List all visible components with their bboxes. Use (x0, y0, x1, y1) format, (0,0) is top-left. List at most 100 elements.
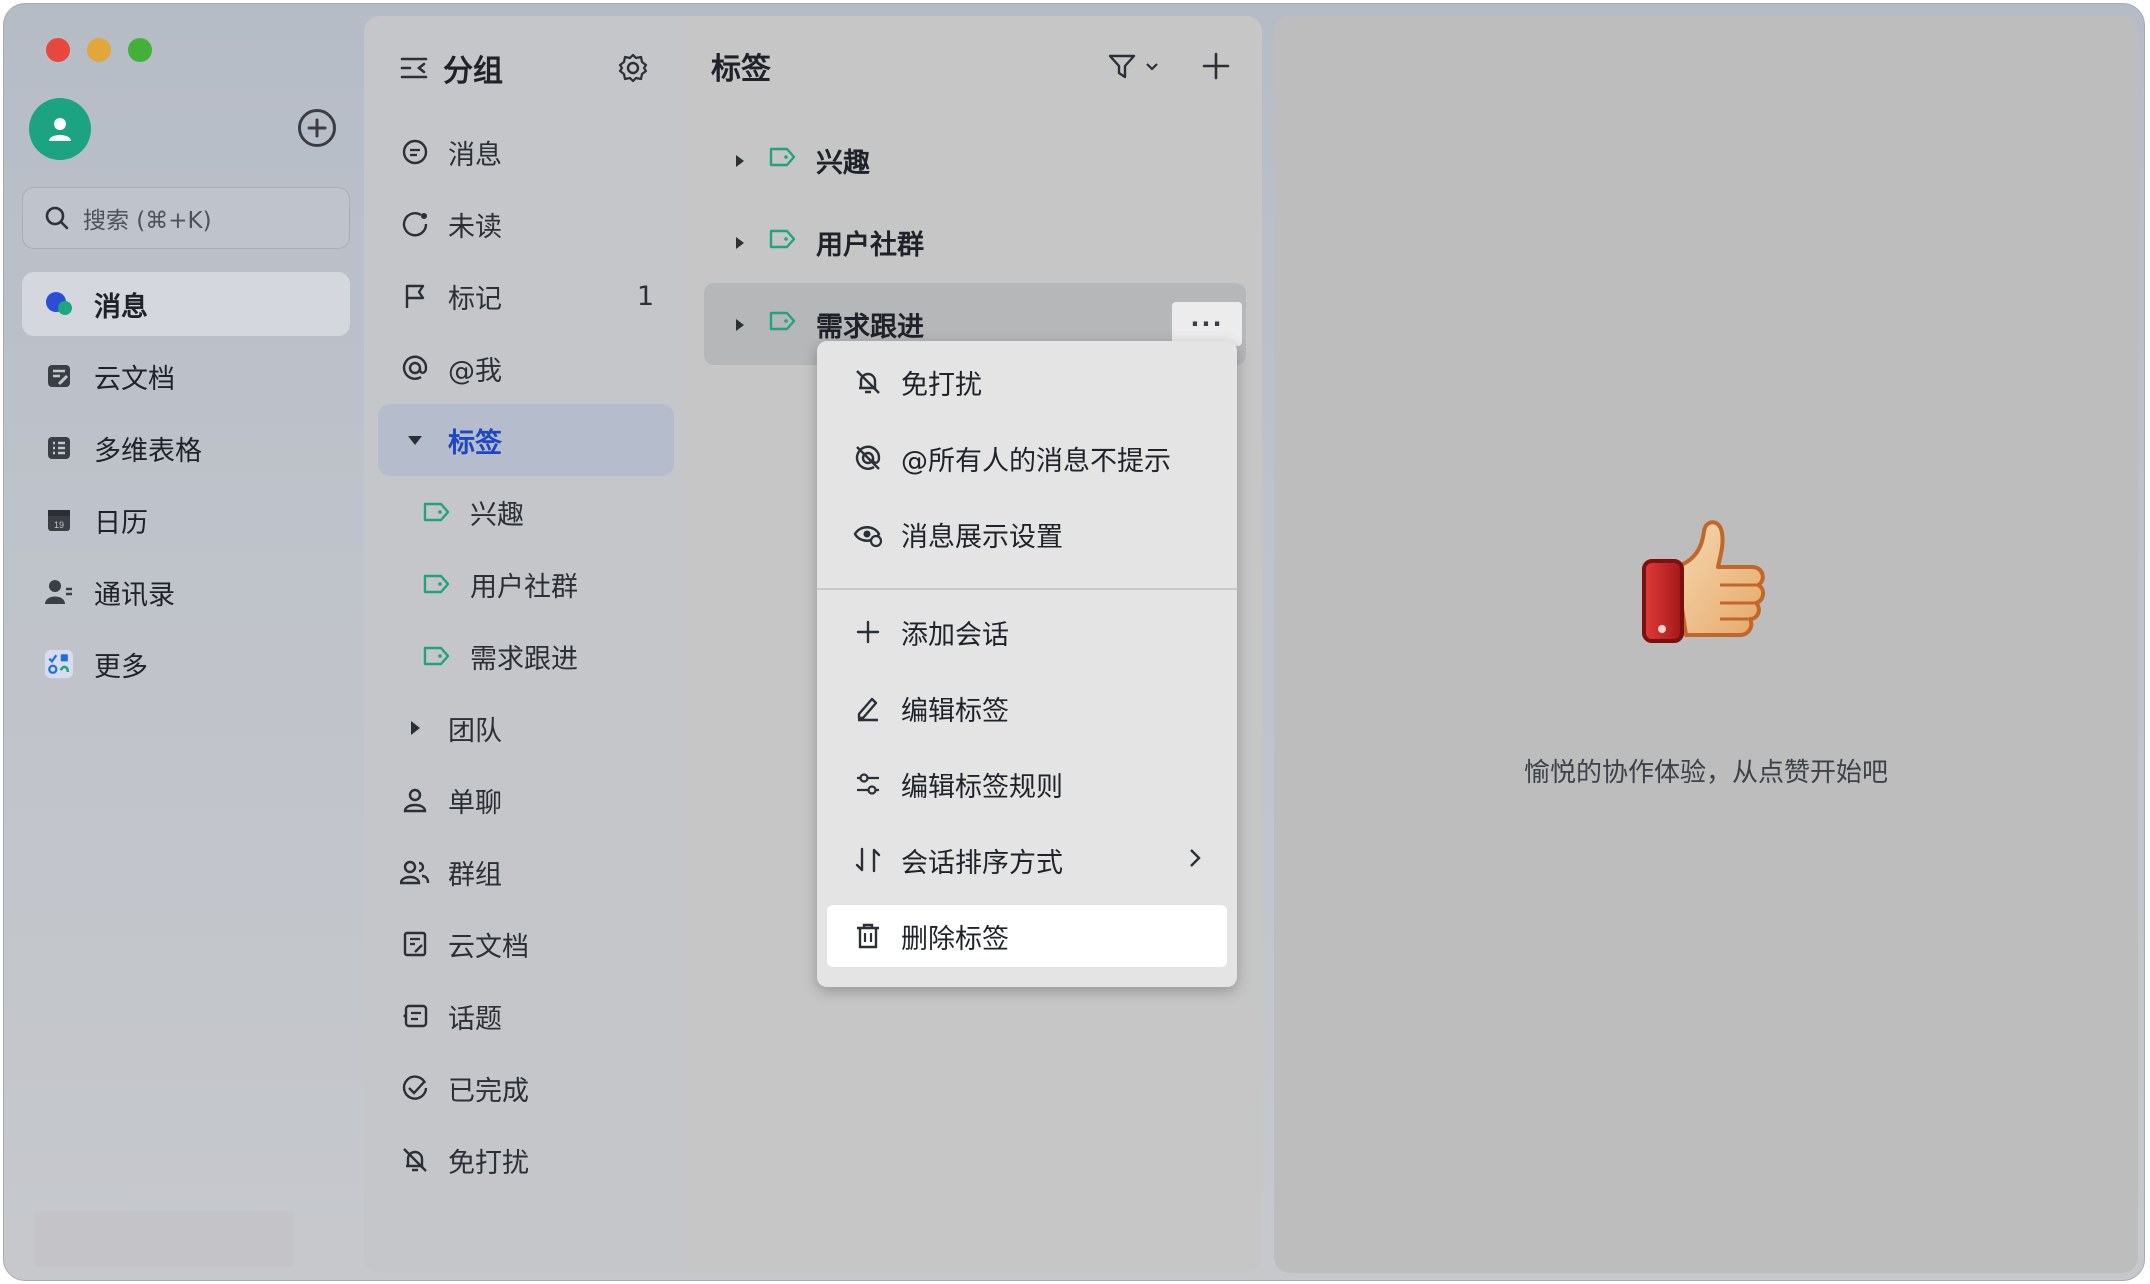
doc-outline-icon (400, 929, 430, 959)
sort-icon (853, 845, 883, 875)
menu-item-at-all-mute[interactable]: @所有人的消息不提示 (827, 427, 1227, 489)
nav-item-bitable[interactable]: 多维表格 (22, 416, 350, 480)
group-item-team[interactable]: 团队 (378, 692, 674, 764)
group-item-muted[interactable]: 免打扰 (378, 1124, 674, 1196)
menu-item-label: 消息展示设置 (901, 521, 1063, 553)
primary-nav: 消息 云文档 多维表格 19 日历 通讯录 更多 (22, 272, 350, 704)
caret-right-icon[interactable] (732, 227, 748, 258)
group-item-tag-interest[interactable]: 兴趣 (378, 476, 674, 548)
search-icon (45, 206, 69, 230)
tag-icon (768, 227, 798, 258)
group-item-groups[interactable]: 群组 (378, 836, 674, 908)
group-item-done[interactable]: 已完成 (378, 1052, 674, 1124)
calendar-icon: 19 (44, 505, 74, 535)
nav-item-messages[interactable]: 消息 (22, 272, 350, 336)
caret-right-icon[interactable] (732, 145, 748, 176)
contacts-icon (44, 577, 74, 607)
search-placeholder: 搜索 (⌘+K) (83, 208, 212, 234)
person-icon (400, 785, 430, 815)
flag-count: 1 (636, 280, 654, 312)
menu-item-label: 编辑标签 (901, 695, 1009, 727)
group-item-label: 群组 (448, 859, 502, 891)
group-item-label: 话题 (448, 1003, 502, 1035)
tag-row-community[interactable]: 用户社群 (704, 201, 1246, 283)
nav-item-docs[interactable]: 云文档 (22, 344, 350, 408)
tags-header: 标签 (711, 44, 1251, 88)
tag-icon (422, 569, 452, 599)
tag-row-interest[interactable]: 兴趣 (704, 119, 1246, 201)
blurred-area (34, 1211, 294, 1267)
window-minimize-button[interactable] (87, 38, 111, 62)
menu-item-label: 免打扰 (901, 369, 982, 401)
group-item-tags[interactable]: 标签 (378, 404, 674, 476)
groups-list: 消息 未读 标记 1 @我 标签 兴趣 用户社群 需求跟进 团队 单聊 群组 云… (378, 116, 674, 1196)
group-item-tag-community[interactable]: 用户社群 (378, 548, 674, 620)
at-icon (400, 353, 430, 383)
menu-item-add-chat[interactable]: 添加会话 (827, 601, 1227, 663)
table-icon (44, 433, 74, 463)
sliders-icon (853, 769, 883, 799)
group-item-direct[interactable]: 单聊 (378, 764, 674, 836)
group-item-unread[interactable]: 未读 (378, 188, 674, 260)
group-item-tag-requirements[interactable]: 需求跟进 (378, 620, 674, 692)
window-close-button[interactable] (46, 38, 70, 62)
caret-down-icon (400, 425, 430, 455)
nav-item-calendar[interactable]: 19 日历 (22, 488, 350, 552)
menu-item-label: 编辑标签规则 (901, 771, 1063, 803)
trash-icon (853, 921, 883, 951)
bell-off-icon (853, 367, 883, 397)
group-item-label: 已完成 (448, 1075, 529, 1107)
group-item-messages[interactable]: 消息 (378, 116, 674, 188)
chat-bubble-icon (400, 137, 430, 167)
tag-label: 用户社群 (816, 229, 924, 261)
add-button[interactable] (298, 109, 336, 147)
group-item-label: 云文档 (448, 931, 529, 963)
group-item-flagged[interactable]: 标记 1 (378, 260, 674, 332)
group-item-label: 免打扰 (448, 1147, 529, 1179)
menu-item-sort-order[interactable]: 会话排序方式 (827, 829, 1227, 891)
group-item-label: 未读 (448, 211, 502, 243)
menu-item-edit-tag-rules[interactable]: 编辑标签规则 (827, 753, 1227, 815)
at-off-icon (853, 443, 883, 473)
nav-item-label: 消息 (94, 291, 148, 323)
nav-item-label: 通讯录 (94, 579, 175, 611)
gear-icon[interactable] (617, 52, 649, 84)
group-item-topics[interactable]: 话题 (378, 980, 674, 1052)
eye-settings-icon (853, 519, 883, 549)
caret-right-icon[interactable] (732, 309, 748, 340)
menu-item-label: @所有人的消息不提示 (901, 445, 1171, 477)
filter-button[interactable] (1107, 51, 1161, 81)
search-input[interactable]: 搜索 (⌘+K) (22, 187, 350, 249)
svg-text:19: 19 (54, 520, 64, 530)
group-item-mentions[interactable]: @我 (378, 332, 674, 404)
group-item-label: 消息 (448, 139, 502, 171)
group-item-label: 单聊 (448, 787, 502, 819)
window-zoom-button[interactable] (128, 38, 152, 62)
group-item-docs[interactable]: 云文档 (378, 908, 674, 980)
menu-divider (817, 588, 1237, 590)
topic-icon (400, 1001, 430, 1031)
nav-item-label: 日历 (94, 507, 148, 539)
tag-icon (422, 497, 452, 527)
nav-item-contacts[interactable]: 通讯录 (22, 560, 350, 624)
plus-icon (853, 617, 883, 647)
nav-item-more[interactable]: 更多 (22, 632, 350, 696)
people-icon (400, 857, 430, 887)
menu-item-edit-tag[interactable]: 编辑标签 (827, 677, 1227, 739)
thumbs-up-icon (1642, 520, 1765, 643)
collapse-icon[interactable] (399, 53, 429, 83)
menu-item-mute[interactable]: 免打扰 (827, 351, 1227, 413)
menu-item-delete-tag[interactable]: 删除标签 (827, 905, 1227, 967)
more-options-button[interactable]: ··· (1172, 302, 1242, 346)
group-item-label: 团队 (448, 715, 502, 747)
tags-title: 标签 (711, 52, 771, 87)
add-tag-button[interactable] (1201, 51, 1231, 81)
group-item-label: 兴趣 (470, 499, 524, 531)
more-apps-icon (44, 649, 74, 679)
menu-item-display-settings[interactable]: 消息展示设置 (827, 503, 1227, 565)
app-window: 搜索 (⌘+K) 消息 云文档 多维表格 19 日历 通讯录 更多 分组 消息 … (3, 3, 2145, 1281)
empty-state-text: 愉悦的协作体验，从点赞开始吧 (1523, 758, 1888, 788)
avatar[interactable] (29, 98, 91, 160)
group-item-label: 标记 (448, 283, 502, 315)
tag-context-menu: 免打扰 @所有人的消息不提示 消息展示设置 添加会话 编辑标签 编辑标签规则 会… (817, 341, 1237, 987)
